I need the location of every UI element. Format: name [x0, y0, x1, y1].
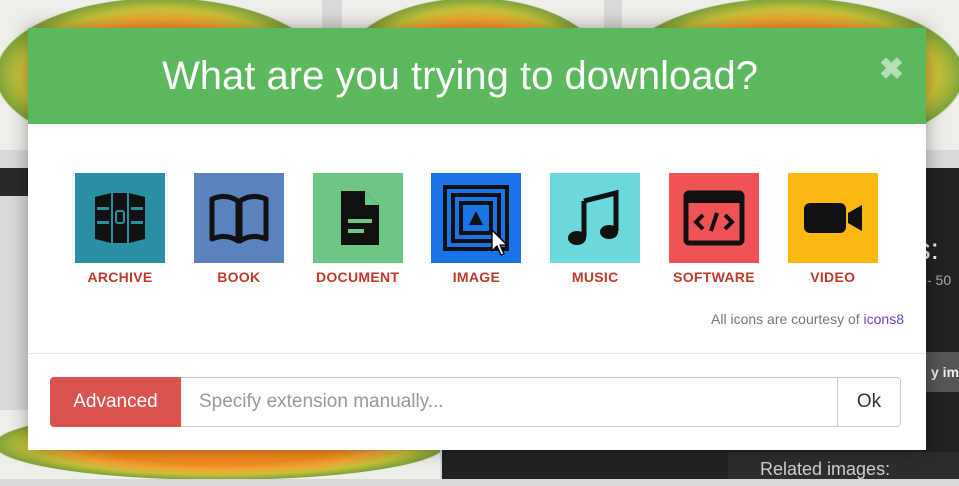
- category-label: SOFTWARE: [673, 269, 755, 285]
- category-book[interactable]: BOOK: [193, 173, 284, 285]
- modal-footer: Advanced Ok: [28, 354, 926, 450]
- category-label: VIDEO: [810, 269, 856, 285]
- archive-icon[interactable]: [75, 173, 165, 263]
- background-subtitle: - 50: [927, 272, 952, 288]
- close-icon[interactable]: ✖: [879, 55, 904, 85]
- category-music[interactable]: MUSIC: [550, 173, 641, 285]
- extension-input[interactable]: [181, 377, 838, 427]
- icon-credit: All icons are courtesy of icons8: [711, 311, 904, 327]
- image-icon[interactable]: [431, 173, 522, 263]
- software-icon[interactable]: [668, 173, 759, 263]
- document-icon[interactable]: [312, 173, 403, 263]
- background-button: y ima: [925, 352, 959, 392]
- modal-header: What are you trying to download? ✖: [28, 28, 926, 124]
- category-label: MUSIC: [571, 269, 619, 285]
- category-label: DOCUMENT: [315, 269, 400, 285]
- ok-button[interactable]: Ok: [837, 377, 901, 427]
- modal-title: What are you trying to download?: [162, 53, 758, 98]
- category-archive[interactable]: ARCHIVE: [75, 173, 165, 285]
- download-type-modal: What are you trying to download? ✖ ARCHI…: [28, 28, 926, 450]
- category-list: ARCHIVE BOOK DOCUMENT IMAGE MUSIC SOFTWA…: [75, 173, 878, 285]
- category-video[interactable]: VIDEO: [787, 173, 878, 285]
- category-document[interactable]: DOCUMENT: [312, 173, 403, 285]
- advanced-button[interactable]: Advanced: [50, 377, 181, 427]
- category-label: IMAGE: [452, 269, 501, 285]
- category-software[interactable]: SOFTWARE: [668, 173, 759, 285]
- music-icon[interactable]: [550, 173, 641, 263]
- related-images-label: Related images:: [728, 452, 959, 479]
- category-image[interactable]: IMAGE: [431, 173, 522, 285]
- category-label: ARCHIVE: [87, 269, 153, 285]
- book-icon[interactable]: [193, 173, 284, 263]
- video-icon[interactable]: [787, 173, 878, 263]
- modal-body: ARCHIVE BOOK DOCUMENT IMAGE MUSIC SOFTWA…: [28, 124, 926, 354]
- credit-text: All icons are courtesy of: [711, 311, 860, 327]
- category-label: BOOK: [217, 269, 261, 285]
- icons8-link[interactable]: icons8: [864, 311, 904, 327]
